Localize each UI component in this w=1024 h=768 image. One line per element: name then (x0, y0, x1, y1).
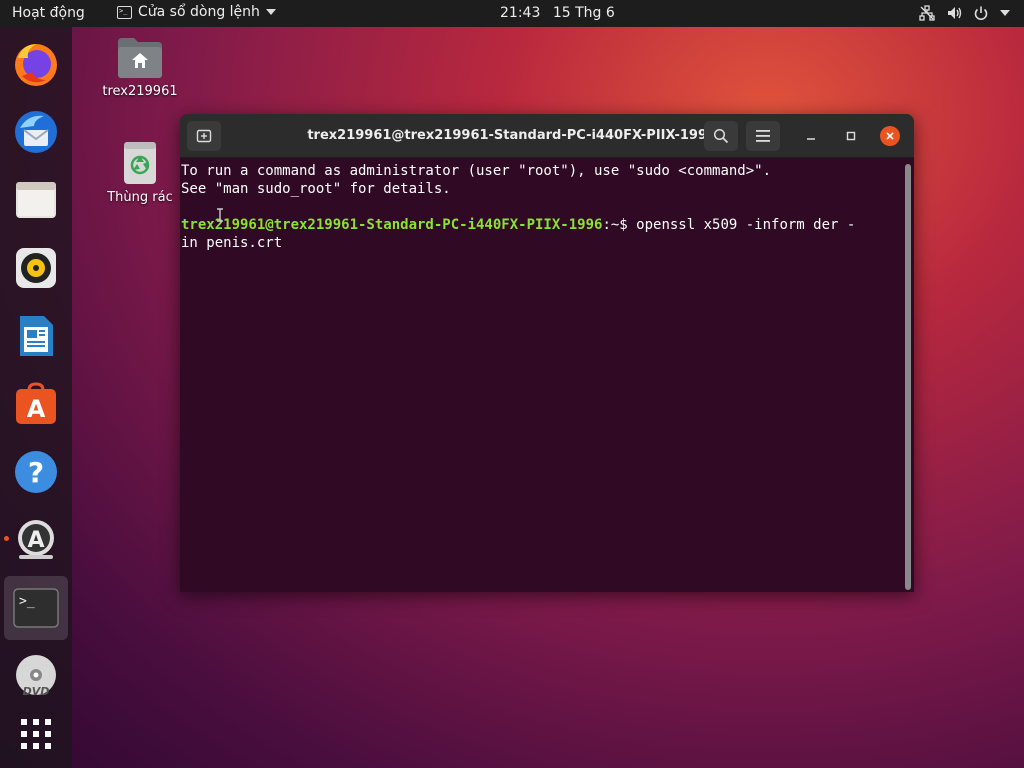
home-folder-icon (118, 38, 162, 78)
prompt-command: :~$ openssl x509 -inform der - (602, 217, 856, 233)
svg-text:A: A (27, 528, 44, 553)
terminal-prompt-line: trex219961@trex219961-Standard-PC-i440FX… (181, 216, 902, 234)
files-icon[interactable] (4, 168, 68, 232)
clock-date: 15 Thg 6 (552, 5, 615, 21)
home-folder-label: trex219961 (102, 84, 178, 99)
terminal-line: in penis.crt (181, 235, 283, 251)
maximize-button[interactable] (841, 126, 861, 146)
power-icon[interactable] (973, 5, 989, 21)
terminal-line: See "man sudo_root" for details. (181, 181, 451, 197)
minimize-icon (807, 138, 815, 140)
terminal-line: To run a command as administrator (user … (181, 163, 772, 179)
close-icon (886, 132, 894, 140)
menu-button[interactable] (746, 121, 780, 151)
terminal-icon[interactable]: >_ (4, 576, 68, 640)
show-applications-icon[interactable] (4, 702, 68, 766)
chevron-down-icon[interactable] (1000, 10, 1010, 16)
clock[interactable]: 21:43 15 Thg 6 (500, 5, 615, 21)
firefox-icon[interactable] (4, 32, 68, 96)
hamburger-icon (756, 130, 770, 142)
dock: A ? A >_ DVD (0, 27, 72, 768)
dvd-icon[interactable]: DVD (4, 644, 68, 708)
maximize-icon (846, 131, 856, 141)
terminal-mini-icon: >_ (117, 5, 132, 19)
chevron-down-icon (265, 9, 276, 15)
clock-time: 21:43 (500, 5, 541, 21)
prompt-user-host: trex219961@trex219961-Standard-PC-i440FX… (181, 217, 603, 233)
libreoffice-writer-icon[interactable] (4, 304, 68, 368)
software-updater-icon[interactable]: A (4, 508, 68, 572)
terminal-output[interactable]: To run a command as administrator (user … (180, 158, 902, 592)
rhythmbox-icon[interactable] (4, 236, 68, 300)
trash-label: Thùng rác (107, 190, 173, 205)
volume-icon[interactable] (946, 5, 962, 21)
svg-text:DVD: DVD (23, 685, 50, 698)
software-center-icon[interactable]: A (4, 372, 68, 436)
home-folder-shortcut[interactable]: trex219961 (100, 36, 180, 99)
thunderbird-icon[interactable] (4, 100, 68, 164)
top-bar: Hoạt động >_ Cửa sổ dòng lệnh 21:43 15 T… (0, 0, 1024, 27)
network-icon[interactable] (919, 5, 935, 21)
app-menu-label: Cửa sổ dòng lệnh (138, 4, 260, 20)
svg-text:A: A (27, 395, 46, 423)
terminal-scrollbar[interactable] (905, 164, 911, 590)
help-icon[interactable]: ? (4, 440, 68, 504)
activities-button[interactable]: Hoạt động (12, 5, 85, 21)
app-menu[interactable]: >_ Cửa sổ dòng lệnh (117, 4, 276, 20)
text-cursor-icon (217, 208, 223, 222)
terminal-titlebar[interactable]: trex219961@trex219961-Standard-PC-i440FX… (180, 114, 914, 158)
minimize-button[interactable] (801, 126, 821, 146)
svg-text:>_: >_ (19, 594, 35, 609)
search-icon (713, 128, 729, 144)
close-button[interactable] (880, 126, 900, 146)
search-button[interactable] (704, 121, 738, 151)
terminal-window[interactable]: trex219961@trex219961-Standard-PC-i440FX… (180, 114, 914, 592)
trash-icon (124, 142, 156, 184)
system-tray[interactable] (919, 5, 1010, 21)
svg-text:?: ? (28, 456, 44, 489)
trash-shortcut[interactable]: Thùng rác (100, 140, 180, 205)
